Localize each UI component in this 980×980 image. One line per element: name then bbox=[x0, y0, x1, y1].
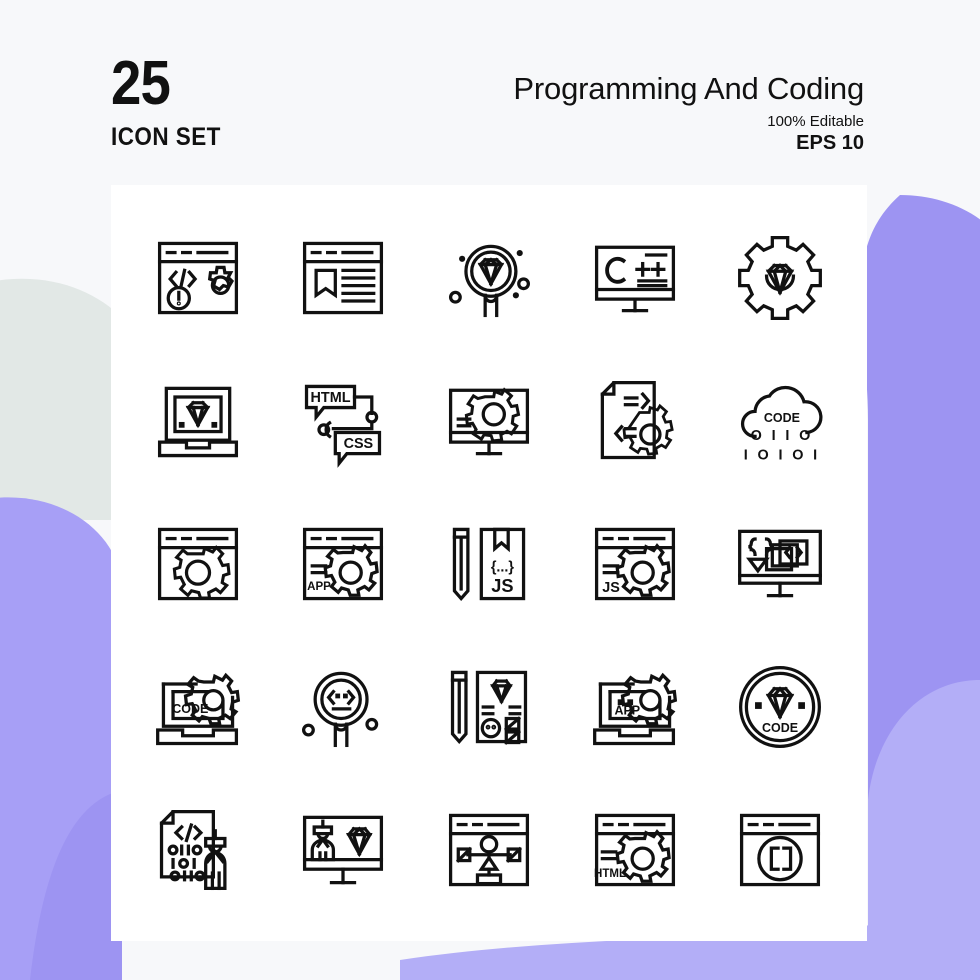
icon-cell-cloud-code-binary[interactable]: CODE O I I O I O I O I bbox=[707, 350, 853, 493]
icon-cell-laptop-diamond[interactable] bbox=[125, 350, 271, 493]
icon-cell-magnifier-diamond-search[interactable] bbox=[416, 207, 562, 350]
html-css-chat-bubbles-icon: HTML CSS bbox=[305, 384, 382, 469]
icon-count: 25 bbox=[111, 49, 171, 118]
browser-brackets-icon bbox=[740, 813, 821, 886]
poster-title: Programming And Coding bbox=[513, 71, 864, 106]
html-bubble-label: HTML bbox=[311, 390, 351, 406]
icon-cell-browser-js-gear[interactable]: JS bbox=[562, 493, 708, 636]
browser-app-gear-icon: APP bbox=[303, 527, 384, 601]
laptop-code-gear-icon: CODE bbox=[155, 672, 240, 745]
pencil-js-bookmark-file-icon: {...} JS bbox=[452, 527, 526, 602]
icon-cell-browser-sitemap-nodes[interactable] bbox=[416, 778, 562, 921]
icon-cell-pencil-design-diamond-file[interactable] bbox=[416, 635, 562, 778]
icon-cell-browser-gear[interactable] bbox=[125, 493, 271, 636]
icon-cell-laptop-app-gear[interactable]: APP bbox=[562, 635, 708, 778]
magnifier-diamond-search-icon bbox=[448, 245, 530, 318]
format-label: EPS 10 bbox=[796, 132, 864, 154]
app-label: APP bbox=[308, 581, 332, 593]
monitor-cplusplus-icon bbox=[594, 246, 675, 313]
file-code-gear-icon bbox=[600, 381, 674, 460]
icon-grid: HTML CSS CODE O I I O I O I O I APP {...… bbox=[111, 185, 867, 941]
icon-cell-monitor-gear-code[interactable] bbox=[416, 350, 562, 493]
magnifier-code-face-icon bbox=[302, 671, 379, 747]
gear-diamond-icon bbox=[738, 236, 823, 321]
cloud-code-label: CODE bbox=[764, 411, 800, 425]
icon-cell-laptop-code-gear[interactable]: CODE bbox=[125, 635, 271, 778]
header-left: 25 ICON SET bbox=[111, 49, 233, 152]
cloud-code-binary-icon: CODE O I I O I O I O I bbox=[741, 386, 823, 464]
icon-cell-browser-html-gear[interactable]: HTML bbox=[562, 778, 708, 921]
browser-js-gear-icon: JS bbox=[594, 527, 675, 601]
cloud-binary-line1: O I I O bbox=[751, 428, 814, 444]
icon-cell-browser-article-bookmark[interactable] bbox=[271, 207, 417, 350]
browser-gear-icon bbox=[157, 527, 238, 601]
js-label: JS bbox=[602, 580, 620, 596]
html-label: HTML bbox=[594, 867, 626, 879]
monitor-developer-diamond-icon bbox=[303, 815, 384, 884]
cloud-binary-line2: I O I O I bbox=[744, 448, 820, 464]
editable-note: 100% Editable bbox=[767, 113, 864, 130]
laptop-diamond-icon bbox=[157, 386, 238, 458]
icon-cell-file-code-gear[interactable] bbox=[562, 350, 708, 493]
icon-cell-file-binary-developer[interactable] bbox=[125, 778, 271, 921]
blob-gray-left bbox=[0, 278, 122, 520]
pencil-design-diamond-file-icon bbox=[450, 670, 528, 745]
js-label: JS bbox=[491, 575, 513, 596]
badge-diamond-code-icon: CODE bbox=[739, 665, 822, 748]
icon-cell-badge-diamond-code[interactable]: CODE bbox=[707, 635, 853, 778]
icon-cell-magnifier-code-face[interactable] bbox=[271, 635, 417, 778]
icon-cell-pencil-js-bookmark-file[interactable]: {...} JS bbox=[416, 493, 562, 636]
icon-set-label: ICON SET bbox=[111, 123, 221, 151]
icon-cell-browser-brackets[interactable] bbox=[707, 778, 853, 921]
js-braces-label: {...} bbox=[491, 560, 515, 576]
icon-cell-browser-app-gear[interactable]: APP bbox=[271, 493, 417, 636]
icon-cell-browser-code-gear-alert[interactable] bbox=[125, 207, 271, 350]
poster-canvas: 25 ICON SET Programming And Coding 100% … bbox=[0, 0, 980, 980]
file-binary-developer-icon bbox=[159, 809, 227, 890]
browser-sitemap-nodes-icon bbox=[448, 813, 530, 886]
icon-cell-html-css-chat-bubbles[interactable]: HTML CSS bbox=[271, 350, 417, 493]
poster-header: 25 ICON SET Programming And Coding 100% … bbox=[0, 0, 980, 185]
code-label: CODE bbox=[762, 721, 798, 735]
icon-cell-monitor-developer-diamond[interactable] bbox=[271, 778, 417, 921]
browser-article-bookmark-icon bbox=[303, 242, 384, 315]
icon-cell-monitor-code-layers[interactable] bbox=[707, 493, 853, 636]
monitor-gear-code-icon bbox=[448, 387, 530, 456]
browser-html-gear-icon: HTML bbox=[594, 813, 675, 886]
icon-cell-monitor-cplusplus[interactable] bbox=[562, 207, 708, 350]
header-right: Programming And Coding 100% Editable EPS… bbox=[513, 72, 864, 155]
icon-cell-gear-diamond[interactable] bbox=[707, 207, 853, 350]
css-bubble-label: CSS bbox=[344, 436, 374, 452]
icon-grid-card: HTML CSS CODE O I I O I O I O I APP {...… bbox=[111, 185, 867, 941]
monitor-code-layers-icon bbox=[738, 529, 823, 598]
browser-code-gear-alert-icon bbox=[157, 242, 238, 315]
laptop-app-gear-icon: APP bbox=[592, 672, 677, 745]
